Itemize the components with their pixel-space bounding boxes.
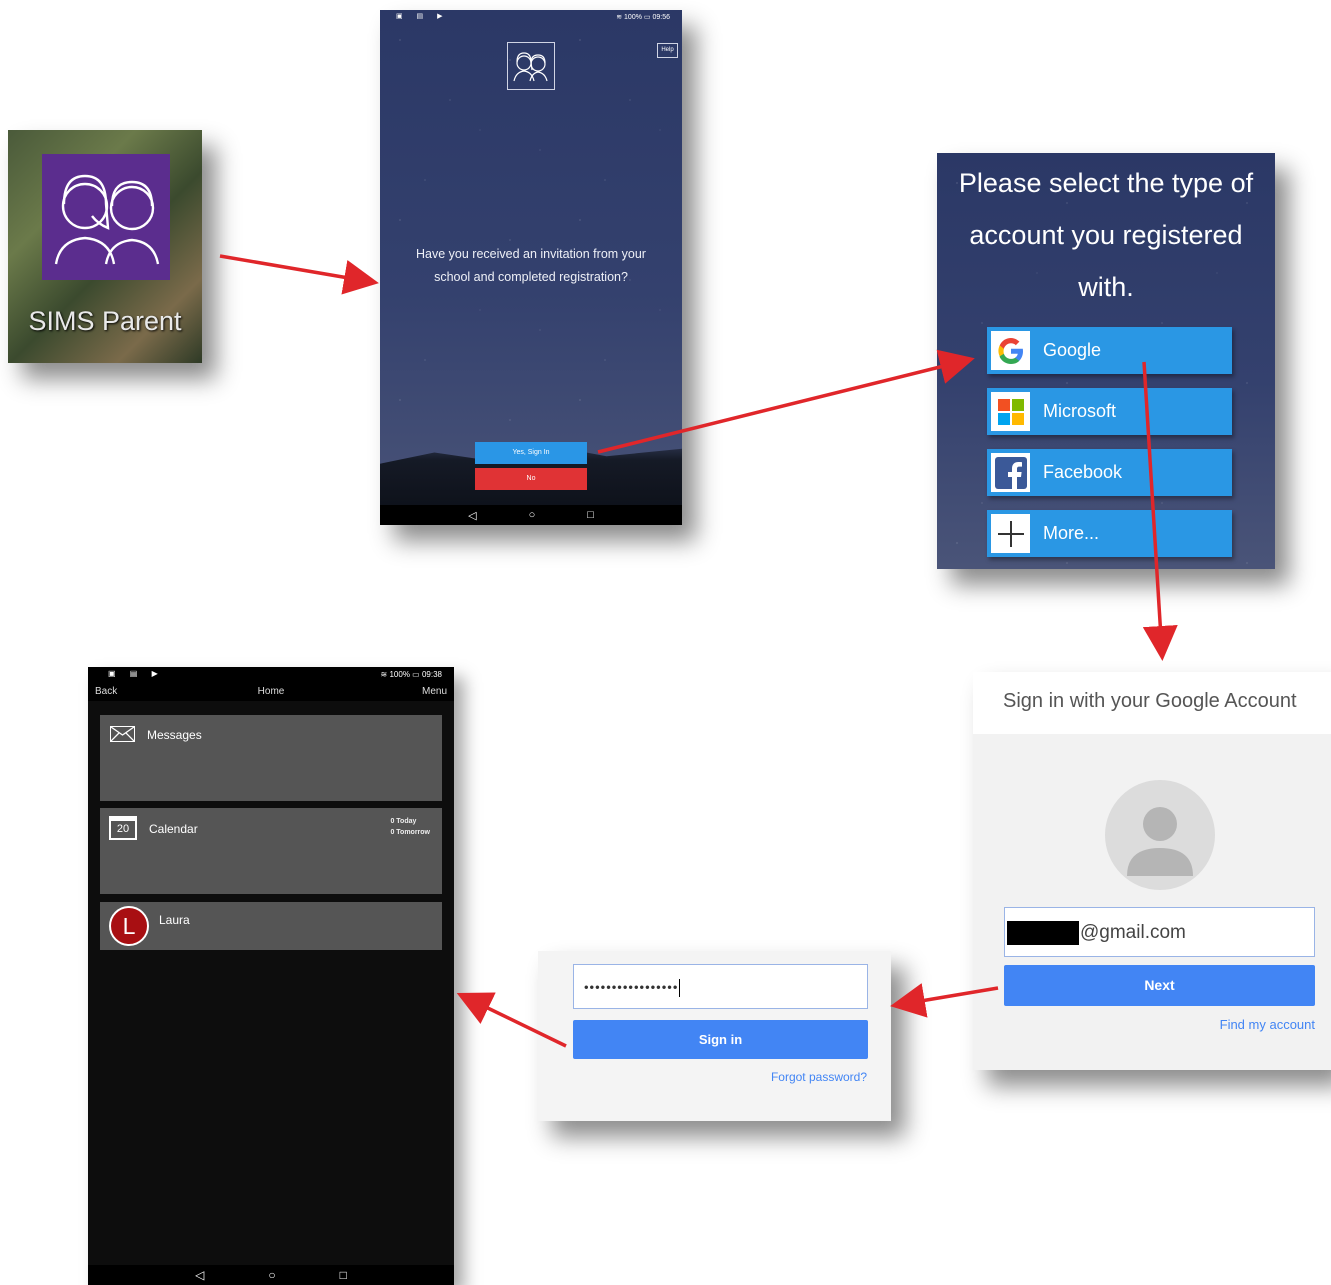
google-icon	[991, 331, 1030, 370]
home-nav-icon[interactable]: ○	[268, 1268, 275, 1282]
microsoft-label: Microsoft	[1043, 401, 1117, 421]
microsoft-icon	[991, 392, 1030, 431]
calendar-label: Calendar	[149, 822, 198, 836]
calendar-tile[interactable]: 20 Calendar 0 Today 0 Tomorrow	[100, 808, 442, 894]
password-value: •••••••••••••••••	[584, 979, 679, 995]
messages-label: Messages	[147, 728, 202, 742]
calendar-day: 20	[116, 823, 130, 835]
invitation-screen: ▣ ▤ ▶ ≋ 100% ▭ 09:56 Help Have you recei…	[380, 10, 682, 525]
child-tile[interactable]: L Laura	[100, 902, 442, 950]
account-type-heading: Please select the type of account you re…	[958, 168, 1254, 302]
home-top-bar: ▣ ▤ ▶ ≋ 100% ▭ 09:38 Back Home Menu	[88, 667, 454, 701]
nav-bar: ◁ ○ □	[88, 1265, 454, 1285]
facebook-account-button[interactable]: Facebook	[987, 449, 1232, 496]
wifi-icon: ≋	[616, 14, 623, 21]
status-bar: ▣ ▤ ▶ ≋ 100% ▭ 09:56	[380, 10, 682, 24]
back-nav-icon[interactable]: ◁	[468, 509, 476, 522]
battery-level: 100%	[389, 670, 410, 679]
password-input[interactable]: •••••••••••••••••	[573, 964, 868, 1009]
password-screen: ••••••••••••••••• Sign in Forgot passwor…	[538, 951, 891, 1121]
battery-level: 100%	[624, 14, 642, 21]
status-bar: ▣ ▤ ▶ ≋ 100% ▭ 09:38	[88, 667, 454, 681]
nav-bar: ◁ ○ □	[380, 505, 682, 525]
child-name: Laura	[159, 913, 190, 927]
clock: 09:38	[421, 670, 442, 679]
parents-icon	[54, 174, 160, 265]
home-screen: ▣ ▤ ▶ ≋ 100% ▭ 09:38 Back Home Menu Mess…	[88, 667, 454, 1285]
today-count: 0 Today	[390, 818, 417, 825]
help-button[interactable]: Help	[657, 43, 678, 58]
arrow-icon-to-invite	[219, 254, 379, 295]
app-name: SIMS Parent	[28, 306, 182, 336]
sims-parent-logo	[42, 154, 170, 280]
google-signin-screen: Sign in with your Google Account @gmail.…	[973, 672, 1331, 1070]
tomorrow-count: 0 Tomorrow	[390, 829, 430, 836]
battery-icon: ▭	[643, 14, 651, 21]
more-label: More...	[1043, 523, 1100, 543]
child-avatar: L	[109, 906, 149, 946]
next-button[interactable]: Next	[1004, 965, 1315, 1006]
google-account-button[interactable]: Google	[987, 327, 1232, 374]
notification-icons: ▣ ▤ ▶	[396, 13, 449, 20]
redacted-username	[1007, 921, 1079, 945]
recents-nav-icon[interactable]: □	[587, 509, 594, 521]
facebook-label: Facebook	[1043, 462, 1123, 482]
default-avatar-icon	[1105, 780, 1215, 890]
no-button[interactable]: No	[475, 468, 587, 490]
notification-icons: ▣ ▤ ▶	[108, 669, 164, 678]
wifi-icon: ≋	[380, 670, 388, 679]
messages-tile[interactable]: Messages	[100, 715, 442, 801]
page-title: Home	[257, 686, 285, 697]
envelope-icon	[110, 726, 135, 742]
home-nav-icon[interactable]: ○	[529, 509, 536, 521]
back-nav-icon[interactable]: ◁	[195, 1268, 204, 1282]
email-value: @gmail.com	[1080, 922, 1186, 943]
yes-sign-in-button[interactable]: Yes, Sign In	[475, 442, 587, 464]
plus-icon	[991, 514, 1030, 553]
invitation-question: Have you received an invitation from you…	[416, 247, 646, 284]
sign-in-button[interactable]: Sign in	[573, 1020, 868, 1059]
sims-logo-icon	[507, 42, 555, 90]
google-signin-title: Sign in with your Google Account	[1003, 690, 1297, 712]
menu-button[interactable]: Menu	[422, 686, 447, 697]
text-caret	[679, 979, 681, 997]
recents-nav-icon[interactable]: □	[340, 1268, 347, 1282]
account-type-screen: Please select the type of account you re…	[937, 153, 1275, 569]
calendar-counts: 0 Today 0 Tomorrow	[390, 816, 430, 838]
clock: 09:56	[652, 14, 670, 21]
forgot-password-link[interactable]: Forgot password?	[771, 1070, 867, 1084]
calendar-icon: 20	[109, 816, 137, 840]
battery-icon: ▭	[412, 670, 420, 679]
facebook-icon	[991, 453, 1030, 492]
find-account-link[interactable]: Find my account	[1220, 1017, 1315, 1032]
google-label: Google	[1043, 340, 1102, 360]
sims-parent-app-icon[interactable]: SIMS Parent	[8, 130, 202, 363]
google-signin-header: Sign in with your Google Account	[973, 672, 1331, 734]
more-account-button[interactable]: More...	[987, 510, 1232, 557]
microsoft-account-button[interactable]: Microsoft	[987, 388, 1232, 435]
email-input[interactable]: @gmail.com	[1004, 907, 1315, 957]
